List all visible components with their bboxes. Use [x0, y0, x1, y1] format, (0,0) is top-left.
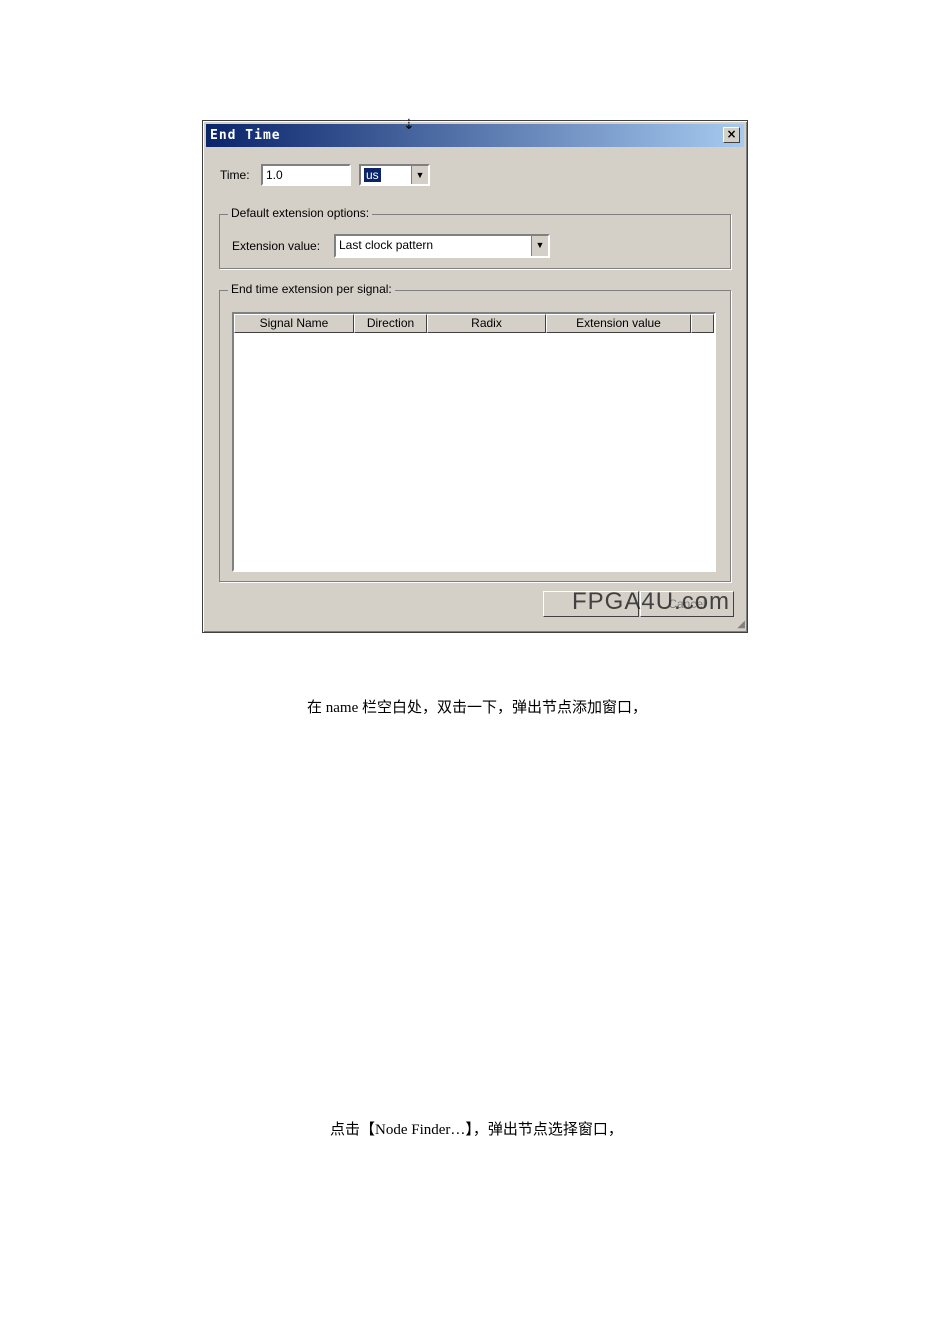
- end-time-dialog: End Time × ⇣ Time: 1.0 us ▼ Default exte…: [202, 117, 748, 633]
- column-filler: [691, 314, 714, 333]
- default-extension-group: Default extension options: Extension val…: [219, 206, 731, 269]
- time-unit-value: us: [363, 167, 382, 183]
- paragraph-2: 点击【Node Finder…】，弹出节点选择窗口，: [330, 1122, 623, 1138]
- close-icon[interactable]: ×: [723, 127, 740, 143]
- time-input-value: 1.0: [266, 168, 283, 182]
- resize-grip-icon[interactable]: ◢: [737, 619, 745, 630]
- time-unit-select[interactable]: us ▼: [359, 164, 430, 186]
- extension-value-select[interactable]: Last clock pattern ▼: [334, 234, 550, 258]
- column-extension-value[interactable]: Extension value: [546, 314, 691, 333]
- mouse-cursor-icon: ⇣: [403, 117, 415, 133]
- signal-list[interactable]: Signal Name Direction Radix Extension va…: [232, 312, 716, 572]
- chevron-down-icon[interactable]: ▼: [531, 236, 548, 256]
- watermark: FPGA4U.com: [572, 588, 731, 615]
- default-extension-legend: Default extension options:: [228, 206, 373, 220]
- per-signal-legend: End time extension per signal:: [228, 282, 395, 296]
- column-direction[interactable]: Direction: [354, 314, 427, 333]
- column-signal-name[interactable]: Signal Name: [234, 314, 354, 333]
- chevron-down-icon[interactable]: ▼: [411, 166, 428, 184]
- time-input[interactable]: 1.0: [261, 164, 351, 186]
- extension-value-text: Last clock pattern: [339, 238, 434, 252]
- title-bar[interactable]: End Time ×: [206, 124, 744, 147]
- dialog-title: End Time: [210, 128, 281, 143]
- column-radix[interactable]: Radix: [427, 314, 546, 333]
- time-label: Time:: [220, 168, 250, 182]
- paragraph-1: 在 name 栏空白处，双击一下，弹出节点添加窗口，: [307, 700, 647, 716]
- per-signal-group: End time extension per signal: Signal Na…: [219, 282, 731, 582]
- extension-value-label: Extension value:: [232, 239, 321, 253]
